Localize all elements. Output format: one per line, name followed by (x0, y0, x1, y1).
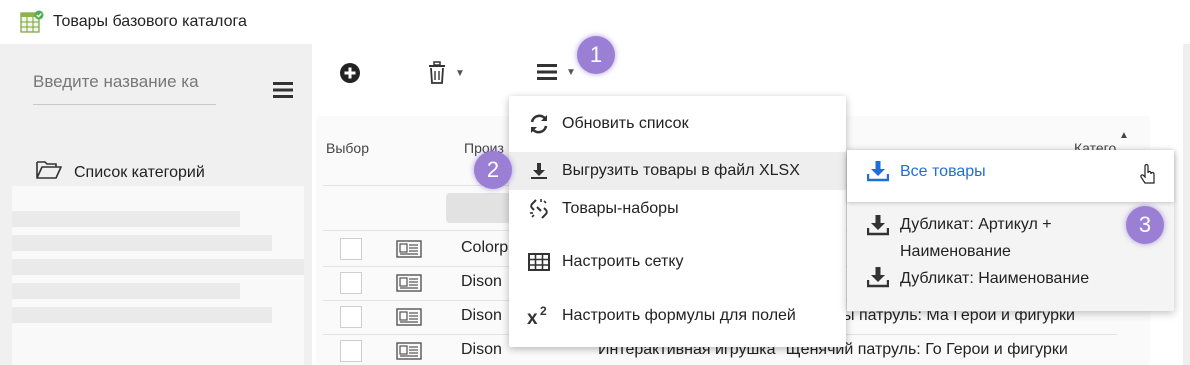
download-icon (527, 162, 551, 180)
menu-item-label: Выгрузить товары в файл XLSX (562, 162, 800, 179)
folder-open-icon (36, 160, 62, 185)
actions-dropdown-menu: Обновить список Выгрузить товары в файл … (509, 96, 846, 347)
product-card-icon[interactable] (396, 240, 422, 263)
category-tree-root[interactable]: Список категорий (36, 160, 205, 185)
row-checkbox[interactable] (340, 272, 362, 294)
product-card-icon[interactable] (396, 308, 422, 331)
submenu-item-label: Все товары (900, 163, 986, 180)
refresh-icon (527, 113, 551, 135)
step-badge-2: 2 (474, 151, 512, 189)
step-badge-1: 1 (577, 36, 615, 74)
broken-link-icon (527, 197, 551, 221)
row-checkbox[interactable] (340, 306, 362, 328)
page-title: Товары базового каталога (53, 13, 247, 30)
submenu-item-duplicate-name[interactable]: Дубликат: Наименование (847, 262, 1174, 302)
product-card-icon[interactable] (396, 274, 422, 297)
svg-text:x: x (527, 308, 538, 327)
caret-down-icon: ▼ (566, 66, 576, 78)
cell-producer: Dison (461, 273, 502, 290)
menu-item-label: Настроить сетку (562, 253, 684, 270)
add-circle-icon (340, 63, 360, 83)
download-icon (866, 266, 890, 293)
submenu-item-all-products[interactable]: Все товары (847, 150, 1174, 202)
download-icon (866, 160, 890, 187)
row-checkbox[interactable] (340, 238, 362, 260)
menu-item-label: Настроить формулы для полей (562, 307, 796, 324)
category-search-input[interactable] (33, 60, 216, 105)
cell-producer: Colorpl (461, 239, 512, 256)
row-checkbox[interactable] (340, 340, 362, 362)
superscript-icon: x 2 (527, 305, 551, 327)
producer-filter-input[interactable] (446, 193, 516, 223)
add-button[interactable] (339, 62, 361, 84)
menu-item-refresh[interactable]: Обновить список (509, 106, 846, 142)
cell-producer: Dison (461, 307, 502, 324)
tree-menu-icon[interactable] (272, 80, 294, 105)
menu-item-formulas[interactable]: x 2 Настроить формулы для полей (509, 297, 846, 335)
menu-item-label: Товары-наборы (562, 200, 679, 217)
trash-icon (429, 61, 445, 84)
submenu-item-label: Дубликат: Наименование (900, 270, 1090, 287)
submenu-item-duplicate-article-name[interactable]: Дубликат: Артикул + Наименование (847, 208, 1174, 262)
category-list-label: Список категорий (74, 163, 205, 181)
grid-icon (527, 253, 551, 271)
product-card-icon[interactable] (396, 342, 422, 365)
hand-cursor-icon (1139, 163, 1157, 193)
window-edge (1183, 44, 1190, 365)
step-badge-3: 3 (1126, 206, 1164, 244)
submenu-item-label: Дубликат: Артикул + Наименование (900, 216, 1052, 260)
export-submenu: Все товары Дубликат: Артикул + Наименова… (847, 150, 1174, 311)
spreadsheet-icon (20, 10, 44, 34)
menu-item-bundles[interactable]: Товары-наборы (509, 192, 846, 226)
scroll-up-icon[interactable]: ▲ (1119, 130, 1129, 141)
menu-item-grid-settings[interactable]: Настроить сетку (509, 244, 846, 280)
category-tree-list (12, 186, 304, 365)
cell-producer: Dison (461, 341, 502, 358)
delete-button[interactable]: ▼ (427, 61, 465, 85)
svg-text:2: 2 (540, 305, 547, 318)
menu-item-export-xlsx[interactable]: Выгрузить товары в файл XLSX (509, 152, 846, 190)
hamburger-menu-icon (537, 64, 557, 80)
caret-down-icon: ▼ (455, 67, 465, 79)
download-icon (866, 214, 890, 241)
more-menu-button[interactable]: ▼ (536, 62, 576, 82)
menu-item-label: Обновить список (562, 115, 689, 132)
column-header-select[interactable]: Выбор (326, 140, 369, 156)
